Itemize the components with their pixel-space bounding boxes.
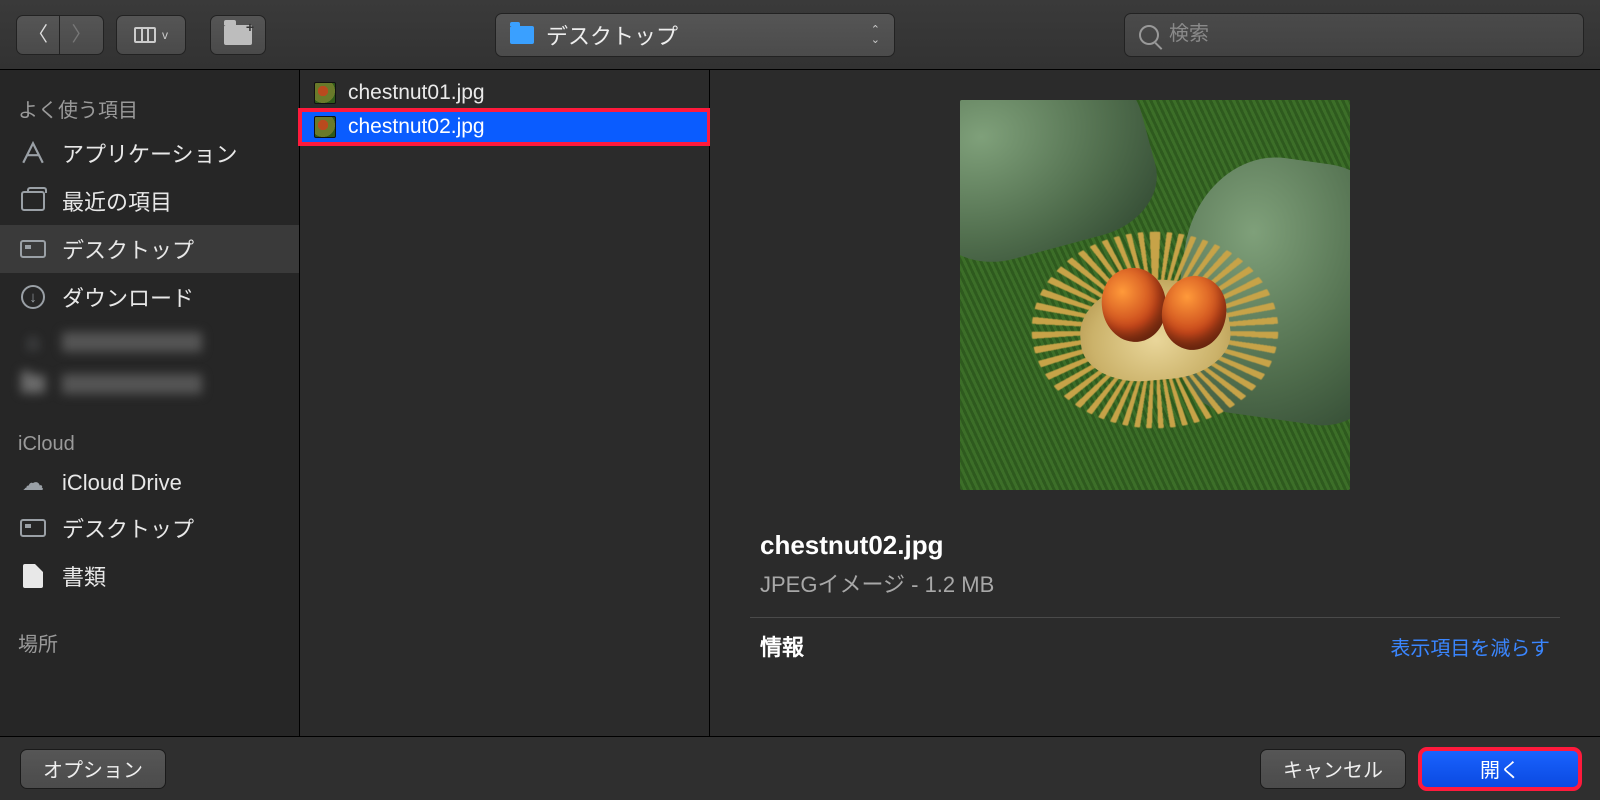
new-folder-button[interactable]: + (210, 15, 266, 55)
sidebar-item-documents[interactable]: 書類 (0, 552, 299, 600)
sidebar-item-folder[interactable] (0, 363, 299, 405)
preview-filename: chestnut02.jpg (750, 530, 1560, 561)
sidebar-item-label: アプリケーション (62, 137, 238, 169)
sidebar-item-label: iCloud Drive (62, 470, 182, 496)
redacted-label (62, 332, 202, 352)
redacted-label (62, 374, 202, 394)
folder-plus-icon: + (224, 25, 252, 45)
home-icon: ⌂ (18, 329, 48, 355)
chevron-right-icon: 〉 (72, 25, 92, 45)
sidebar-section-icloud: iCloud (0, 423, 299, 462)
sidebar-item-downloads[interactable]: ダウンロード (0, 273, 299, 321)
sidebar-item-label: ダウンロード (62, 281, 194, 313)
options-button[interactable]: オプション (20, 749, 166, 789)
nav-back-forward: 〈 〉 (16, 15, 104, 55)
sidebar-section-favorites: よく使う項目 (0, 84, 299, 129)
folder-icon (510, 26, 534, 44)
sidebar-item-icloud-drive[interactable]: ☁ iCloud Drive (0, 462, 299, 504)
sidebar-item-label: デスクトップ (62, 233, 194, 265)
toolbar: 〈 〉 v + デスクトップ ⌃⌄ (0, 0, 1600, 70)
dialog-footer: オプション キャンセル 開く (0, 736, 1600, 800)
file-row-selected[interactable]: chestnut02.jpg (300, 110, 709, 144)
file-row[interactable]: chestnut01.jpg (300, 76, 709, 110)
preview-subtitle: JPEGイメージ - 1.2 MB (750, 567, 1560, 599)
info-label: 情報 (760, 630, 804, 662)
dialog-body: よく使う項目 アプリケーション 最近の項目 デスクトップ ダウンロード (0, 70, 1600, 736)
sidebar-item-label: デスクトップ (62, 512, 194, 544)
preview-info-row: 情報 表示項目を減らす (750, 630, 1560, 662)
file-name: chestnut01.jpg (348, 81, 485, 105)
button-label: オプション (43, 754, 143, 783)
file-thumbnail-icon (314, 82, 336, 104)
preview-image (960, 100, 1350, 490)
sidebar: よく使う項目 アプリケーション 最近の項目 デスクトップ ダウンロード (0, 70, 300, 736)
sidebar-item-icloud-desktop[interactable]: デスクトップ (0, 504, 299, 552)
divider (750, 617, 1560, 618)
cloud-icon: ☁ (18, 470, 48, 496)
downloads-icon (18, 284, 48, 310)
sidebar-item-applications[interactable]: アプリケーション (0, 129, 299, 177)
reduce-items-link[interactable]: 表示項目を減らす (1390, 632, 1550, 661)
file-thumbnail-icon (314, 116, 336, 138)
sidebar-section-locations: 場所 (0, 618, 299, 663)
updown-icon: ⌃⌄ (871, 25, 880, 45)
chevron-left-icon: 〈 (28, 25, 48, 45)
columns-icon (134, 27, 156, 43)
file-name: chestnut02.jpg (348, 115, 485, 139)
sidebar-item-label: 最近の項目 (62, 185, 172, 217)
preview-pane: chestnut02.jpg JPEGイメージ - 1.2 MB 情報 表示項目… (710, 70, 1600, 736)
sidebar-item-desktop[interactable]: デスクトップ (0, 225, 299, 273)
search-field[interactable] (1124, 13, 1584, 57)
sidebar-item-label: 書類 (62, 560, 106, 592)
desktop-icon (18, 515, 48, 541)
file-list-column: chestnut01.jpg chestnut02.jpg (300, 70, 710, 736)
sidebar-item-recents[interactable]: 最近の項目 (0, 177, 299, 225)
view-mode-button[interactable]: v (116, 15, 186, 55)
document-icon (18, 563, 48, 589)
open-file-dialog: 〈 〉 v + デスクトップ ⌃⌄ よく使う項目 (0, 0, 1600, 800)
recents-icon (18, 188, 48, 214)
open-button[interactable]: 開く (1420, 749, 1580, 789)
folder-icon (18, 371, 48, 397)
cancel-button[interactable]: キャンセル (1260, 749, 1406, 789)
back-button[interactable]: 〈 (16, 15, 60, 55)
forward-button[interactable]: 〉 (60, 15, 104, 55)
location-label: デスクトップ (546, 19, 678, 51)
button-label: キャンセル (1283, 754, 1383, 783)
search-icon (1139, 25, 1159, 45)
button-label: 開く (1480, 754, 1520, 783)
search-input[interactable] (1169, 23, 1569, 46)
desktop-icon (18, 236, 48, 262)
location-popup[interactable]: デスクトップ ⌃⌄ (495, 13, 895, 57)
sidebar-item-home[interactable]: ⌂ (0, 321, 299, 363)
applications-icon (18, 140, 48, 166)
chevron-down-icon: v (162, 28, 168, 42)
